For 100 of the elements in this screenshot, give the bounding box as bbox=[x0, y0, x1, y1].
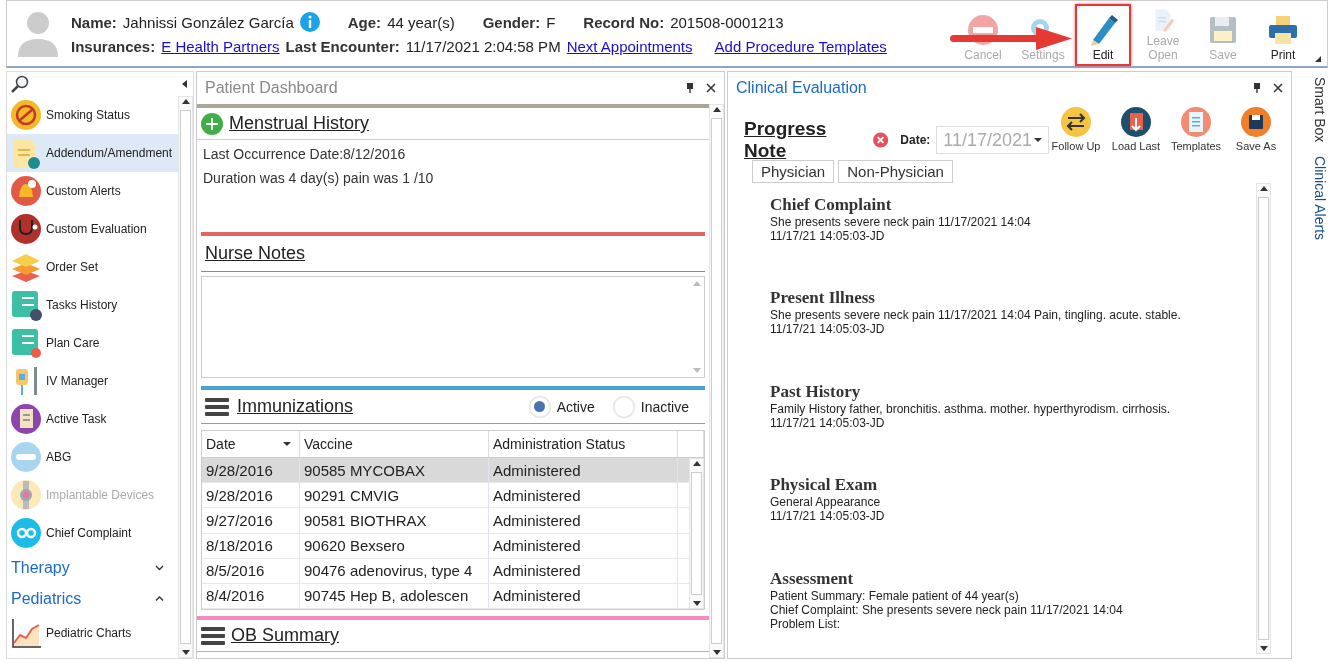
note-line: She presents severe neck pain 11/17/2021 14:04 Pain, tingling. acute. stable. bbox=[770, 308, 1182, 323]
field-label: Gender: bbox=[482, 13, 541, 31]
stethoscope-icon bbox=[10, 213, 42, 245]
section-heading: Present Illness bbox=[770, 288, 876, 309]
date-label: Date: bbox=[900, 133, 931, 147]
table-cell: 90581 BIOTHRAX bbox=[300, 508, 489, 533]
sidebar-item[interactable]: Tasks History bbox=[7, 286, 178, 324]
radio-button[interactable] bbox=[528, 395, 551, 418]
cc-circle-icon bbox=[10, 517, 42, 549]
notes-field[interactable] bbox=[201, 276, 705, 378]
sidebar-item[interactable]: IV Manager bbox=[7, 362, 178, 400]
sidebar-item[interactable]: Chief Complaint bbox=[7, 514, 178, 552]
group-header[interactable]: Pediatrics bbox=[7, 583, 178, 614]
field-label: Record No: bbox=[583, 13, 665, 31]
watch-icon bbox=[10, 479, 42, 511]
section-title[interactable]: Menstrual History bbox=[229, 113, 370, 134]
tab-button[interactable]: Non-Physician bbox=[838, 160, 953, 183]
table-row[interactable]: 9/27/2016 90581 BIOTHRAX Administered bbox=[202, 508, 689, 534]
toolbar-button[interactable]: Print bbox=[1255, 3, 1311, 66]
column-header[interactable]: Administration Status bbox=[489, 431, 678, 457]
sidebar-item[interactable]: Custom Alerts bbox=[7, 172, 178, 210]
sidebar-item[interactable]: Custom Evaluation bbox=[7, 210, 178, 248]
header-link[interactable]: Add Procedure Templates bbox=[714, 38, 887, 55]
table-cell: 8/18/2016 bbox=[202, 533, 300, 558]
group-title: Therapy bbox=[11, 558, 70, 577]
section-heading: Physical Exam bbox=[770, 475, 879, 496]
sort-icon bbox=[283, 442, 291, 446]
column-header[interactable]: Date bbox=[202, 431, 300, 457]
scrollbar[interactable] bbox=[178, 96, 193, 658]
table-row[interactable]: 9/28/2016 90585 MYCOBAX Administered bbox=[202, 458, 689, 484]
section-heading: Past History bbox=[770, 381, 862, 402]
group-header[interactable]: Therapy bbox=[7, 552, 178, 583]
section-heading: Chief Complaint bbox=[770, 195, 893, 215]
table-cell: Administered bbox=[489, 583, 678, 609]
printer-icon bbox=[1267, 13, 1299, 46]
menu-icon bbox=[205, 396, 229, 417]
sidebar-item[interactable]: Smoking Status bbox=[7, 96, 178, 134]
floppy-disk-icon bbox=[1240, 106, 1272, 138]
sidebar-item[interactable]: Plan Care bbox=[7, 324, 178, 362]
sidebar-item[interactable]: Pediatric Charts bbox=[7, 614, 178, 652]
sidebar-item[interactable]: Order Set bbox=[7, 248, 178, 286]
note-line: 11/17/21 14:05:03-JD bbox=[770, 229, 886, 243]
table-row[interactable]: 9/28/2016 90291 CMVIG Administered bbox=[202, 483, 689, 509]
toolbar-button[interactable]: Edit bbox=[1075, 3, 1131, 66]
section-title[interactable]: Immunizations bbox=[237, 396, 354, 417]
scrollbar[interactable] bbox=[709, 104, 724, 658]
column-header[interactable]: Vaccine bbox=[300, 431, 489, 457]
side-tab[interactable]: Smart Box bbox=[1302, 77, 1328, 143]
clipboard-icon bbox=[10, 403, 42, 435]
field-label: Name: bbox=[71, 13, 117, 31]
header-link[interactable]: Next Appointments bbox=[566, 38, 693, 55]
action-button[interactable]: Follow Up bbox=[1049, 106, 1103, 152]
table-cell: 9/28/2016 bbox=[202, 458, 300, 483]
bell-icon bbox=[10, 175, 42, 207]
action-button[interactable]: Templates bbox=[1169, 106, 1223, 152]
side-tab[interactable]: Clinical Alerts bbox=[1302, 156, 1328, 241]
note-line: She presents severe neck pain 11/17/2021 14:04 bbox=[770, 215, 1032, 229]
table-cell: 9/27/2016 bbox=[202, 508, 300, 533]
field-label: Last Encounter: bbox=[285, 38, 400, 55]
table-cell: 90620 Bexsero bbox=[300, 533, 489, 558]
insurance-link[interactable]: E Health Partners bbox=[161, 38, 280, 55]
close-icon bbox=[706, 83, 716, 93]
table-row[interactable]: 8/4/2016 90745 Hep B, adolescen Administered bbox=[202, 583, 689, 610]
pin-icon bbox=[1253, 83, 1261, 93]
collapse-icon[interactable] bbox=[182, 80, 187, 88]
table-cell: Administered bbox=[489, 558, 678, 583]
section-title[interactable]: OB Summary bbox=[231, 625, 340, 646]
no-smoking-icon bbox=[10, 99, 42, 131]
section-heading: Assessment bbox=[770, 568, 855, 589]
action-button[interactable]: Save As bbox=[1229, 106, 1283, 152]
table-cell: 90585 MYCOBAX bbox=[300, 458, 489, 483]
table-cell: 8/4/2016 bbox=[202, 583, 300, 609]
plus-icon bbox=[201, 112, 223, 135]
scrollbar[interactable] bbox=[689, 458, 704, 609]
scrollbar[interactable] bbox=[1256, 183, 1271, 654]
checklist-heart-icon bbox=[10, 327, 42, 359]
sidebar-item[interactable]: Addendum/Amendment bbox=[7, 134, 178, 172]
menu-icon bbox=[201, 625, 225, 646]
note-line: General Appearance bbox=[770, 495, 882, 510]
pin-icon bbox=[686, 83, 694, 93]
table-row[interactable]: 8/5/2016 90476 adenovirus, type 4 Administered bbox=[202, 558, 689, 584]
sidebar-item[interactable]: Active Task bbox=[7, 400, 178, 438]
table-cell: Administered bbox=[489, 458, 678, 483]
field-value: 44 year(s) bbox=[387, 13, 455, 31]
clipboard-icon bbox=[1180, 106, 1212, 138]
panel-title: Patient Dashboard bbox=[205, 79, 338, 97]
table-cell: 8/5/2016 bbox=[202, 558, 300, 583]
action-button[interactable]: Load Last bbox=[1109, 106, 1163, 152]
patient-name: Jahnissi González García bbox=[122, 13, 294, 31]
note-line: 11/17/21 14:05:03-JD bbox=[770, 415, 886, 430]
table-row[interactable]: 8/18/2016 90620 Bexsero Administered bbox=[202, 533, 689, 559]
table-cell: 9/28/2016 bbox=[202, 483, 300, 508]
sidebar-item[interactable]: ABG bbox=[7, 438, 178, 476]
section-title[interactable]: Nurse Notes bbox=[205, 243, 306, 264]
table-cell: Administered bbox=[489, 533, 678, 558]
radio-button[interactable] bbox=[612, 395, 635, 418]
tab-button[interactable]: Physician bbox=[752, 160, 835, 183]
panel-title: Clinical Evaluation bbox=[736, 79, 867, 97]
field-value: F bbox=[546, 13, 556, 31]
line-chart-icon bbox=[10, 617, 42, 649]
